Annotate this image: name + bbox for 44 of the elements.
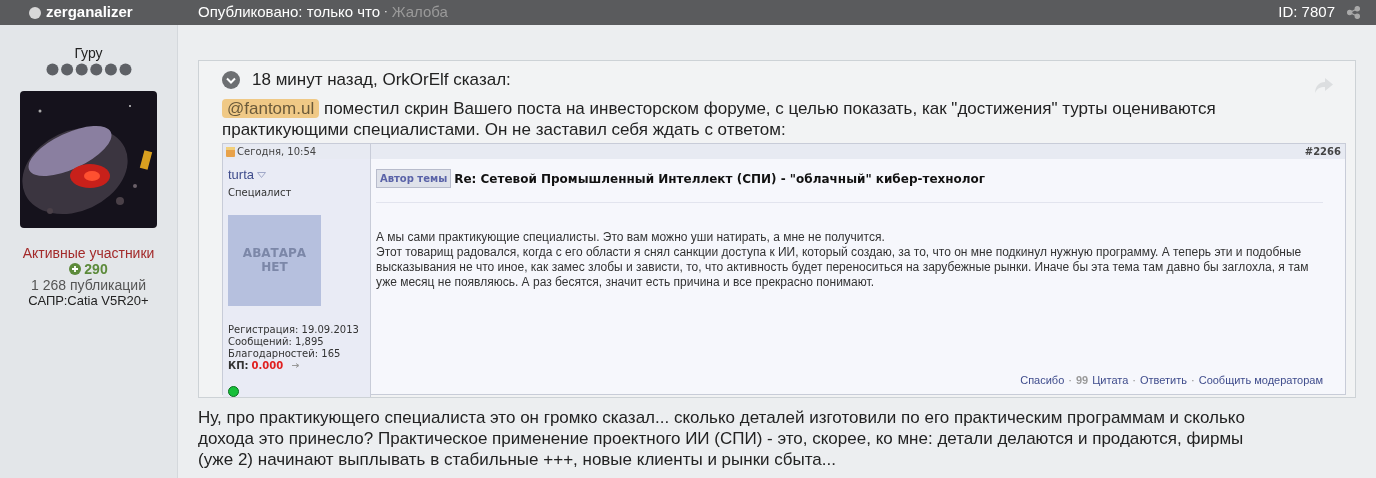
separator: ·	[1068, 373, 1072, 388]
topic-author-badge: Автор темы	[376, 169, 452, 188]
signature-field: САПР:Catia V5R20+	[28, 293, 149, 309]
posted-time: Опубликовано: только что	[198, 2, 381, 23]
author-name[interactable]: zerganalizer	[46, 1, 133, 24]
post-action-link[interactable]: Спасибо	[1020, 372, 1065, 389]
post-action-link[interactable]: Ответить	[1140, 372, 1187, 389]
mention-link[interactable]: @fantom.ul	[222, 99, 320, 118]
kp-value: 0.000	[251, 359, 284, 372]
user-rank: Гуру	[74, 45, 103, 61]
no-avatar-text: АВАТАРА НЕТ	[241, 246, 308, 274]
separator: ·	[1132, 373, 1136, 388]
user-stat: Благодарностей: 165	[228, 347, 342, 360]
reputation-count: 290	[84, 261, 108, 277]
quote-icon: 99	[1075, 372, 1089, 389]
post-date: Сегодня, 10:54	[237, 145, 317, 159]
post-number[interactable]: #2266	[1304, 144, 1341, 159]
post-status-icon	[226, 146, 235, 157]
separator: ·	[384, 4, 388, 19]
post-text: Этот товарищ радовался, когда с его области я снял санкции доступа к ИИ, который создаю, за то, что он мне подкинул нужную программу. А теперь эти и подобные высказывания не что иное, как замес злобы и зависти, то, что активность будет переноситься на зарубежные рынки. Иначе бы эта тема там давно бы заглохла, я там уже месяц не появляюсь. А раз бесятся, значит есть причина и все прекрасно понимают.	[376, 245, 1310, 290]
separator: ·	[1191, 373, 1195, 388]
offline-status-icon	[29, 6, 41, 19]
user-group: Активные участники	[22, 245, 155, 261]
user-stat: Сообщений: 1,895	[228, 335, 325, 348]
plus-icon	[69, 263, 82, 275]
user-stat: Регистрация: 19.09.2013	[228, 323, 360, 336]
kp-label: КП:	[228, 359, 249, 372]
user-title: Специалист	[228, 185, 293, 200]
quote-heading: 18 минут назад, OrkOrElf сказал:	[252, 69, 511, 92]
arrow-icon	[292, 363, 301, 368]
post-action-link[interactable]: Цитата	[1092, 372, 1129, 389]
post-text: А мы сами практикующие специалисты. Это вам можно уши натирать, а мне не получится.	[376, 230, 886, 245]
post-action-link[interactable]: Сообщить модераторам	[1198, 372, 1323, 389]
quote-text: @fantom.ul поместил скрин Вашего поста на инвесторском форуме, с целью показать, как "достижения" турты оцениваются практикующими специалистами. Он не заставил себя ждать с ответом:	[222, 98, 1217, 140]
online-status-icon	[228, 385, 239, 397]
share-icon[interactable]	[1347, 6, 1360, 19]
collapse-icon[interactable]	[222, 71, 240, 89]
rank-pips-icon	[45, 63, 132, 76]
post-id: ID: 7807	[1278, 2, 1335, 23]
reply-text: Ну, про практикующего специалиста это он громко сказал... сколько деталей изготовили по его практическим программам и сколько дохода это принесло? Практическое применение проектного ИИ (СПИ) - это, скорее, ко мне: детали делаются и продаются, фирмы (уже 2) начинают выплывать в стабильные +++, новые клиенты и рынки сбыта...	[198, 407, 1246, 470]
dropdown-icon[interactable]	[257, 171, 266, 178]
user-link[interactable]: turta	[228, 165, 254, 185]
post-count: 1 268 публикаций	[31, 277, 146, 293]
post-title: Re: Сетевой Промышленный Интеллект (СПИ) - "облачный" кибер-технолог	[454, 170, 986, 188]
